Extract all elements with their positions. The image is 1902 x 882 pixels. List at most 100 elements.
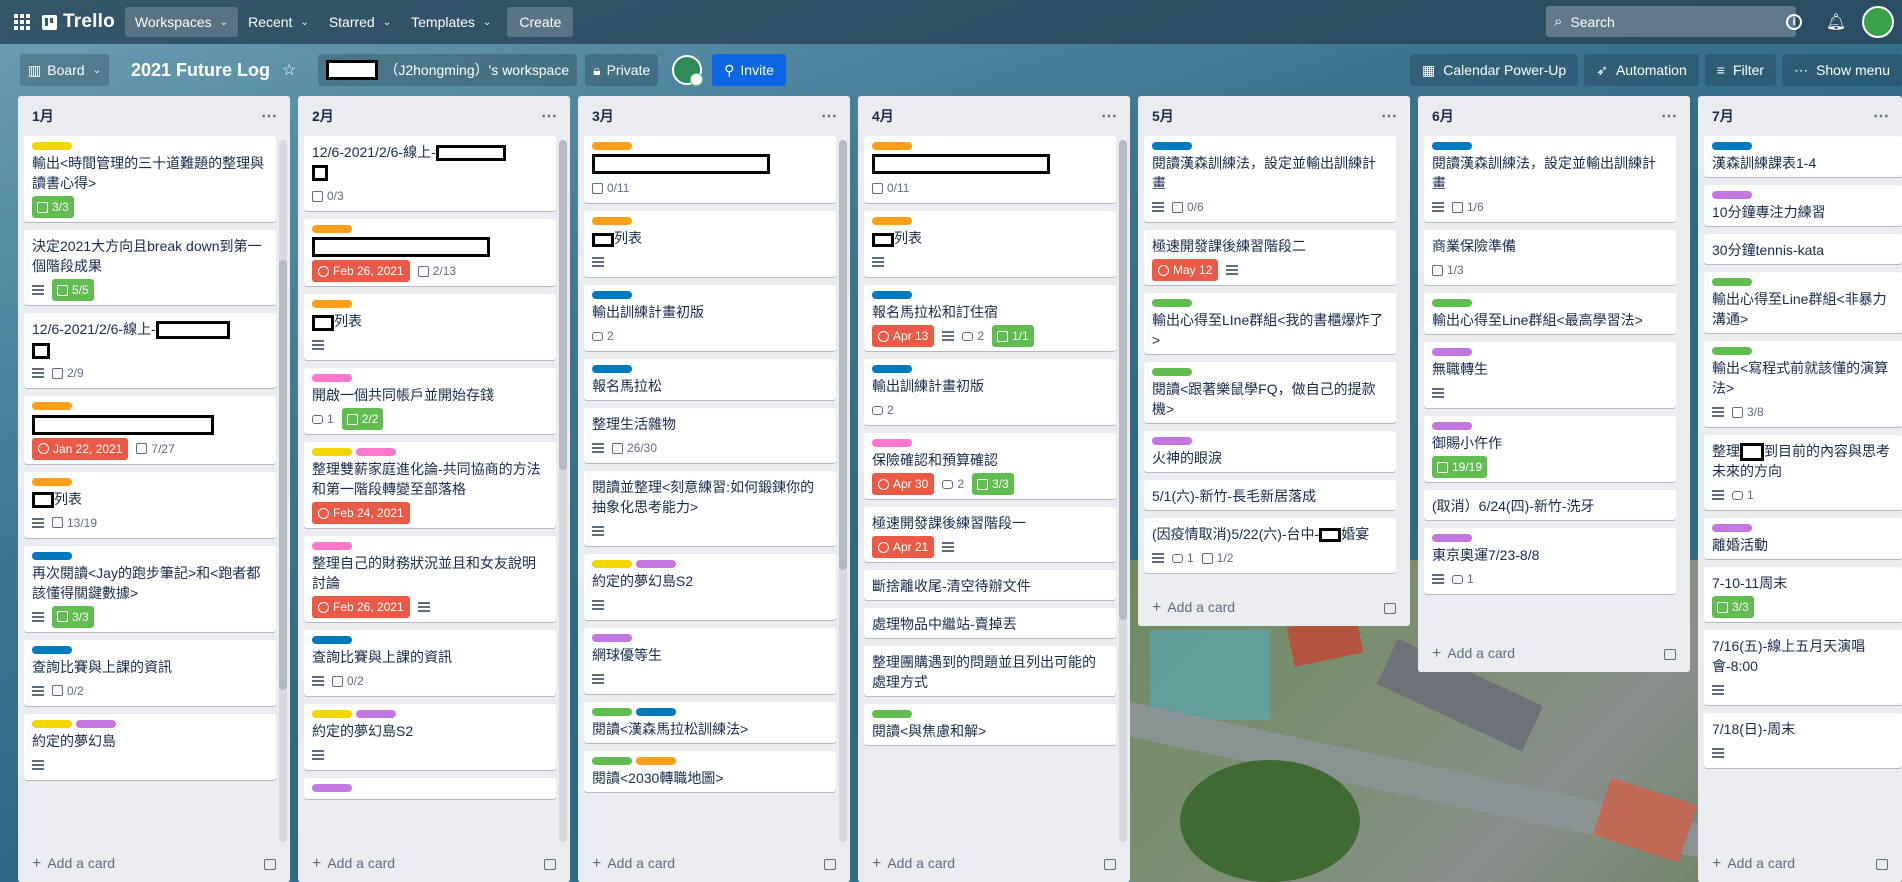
card[interactable]: 報名馬拉松 [584, 359, 836, 401]
card[interactable]: 閱讀漢森訓練法，設定並輸出訓練計畫 0/6 [1144, 136, 1396, 222]
card[interactable]: 整理生活雜物 26/30 [584, 408, 836, 464]
card[interactable]: 閱讀<漢森馬拉松訓練法> [584, 702, 836, 744]
card[interactable]: 閱讀<2030轉職地圖> [584, 751, 836, 793]
due-date-badge[interactable]: Apr 30 [872, 473, 935, 496]
scrollbar-thumb[interactable] [1119, 140, 1127, 620]
card[interactable]: 整理 到目前的內容與思考未來的方向 1 [1704, 435, 1902, 511]
card[interactable]: 0/11 [864, 136, 1116, 204]
card[interactable]: 列表 [864, 211, 1116, 278]
card-template-icon[interactable] [1104, 858, 1116, 870]
add-card-button[interactable]: + Add a card [872, 855, 955, 873]
app-switcher-icon[interactable] [6, 6, 38, 38]
card[interactable]: 網球優等生 [584, 628, 836, 695]
card[interactable]: 約定的夢幻島 [24, 713, 276, 780]
add-card-button[interactable]: + Add a card [592, 855, 675, 873]
card[interactable]: 5/1(六)-新竹-長毛新居落成 [1144, 480, 1396, 510]
card-template-icon[interactable] [544, 858, 556, 870]
more-icon[interactable]: ⋯ [1381, 106, 1398, 126]
scrollbar[interactable] [1119, 140, 1127, 842]
card[interactable]: Feb 26, 2021 2/13 [304, 219, 556, 287]
add-card-button[interactable]: + Add a card [1152, 599, 1235, 617]
card[interactable]: 輸出訓練計畫初版 2 [864, 359, 1116, 426]
avatar[interactable] [1862, 6, 1894, 38]
card[interactable]: 整理雙薪家庭進化論-共同協商的方法和第一階段轉變至部落格 Feb 24, 2021 [304, 442, 556, 529]
card[interactable]: 極速開發課後練習階段一 Apr 21 [864, 507, 1116, 563]
due-date-badge[interactable]: Feb 24, 2021 [312, 502, 410, 525]
add-card-button[interactable]: + Add a card [1432, 645, 1515, 663]
card[interactable]: 決定2021大方向且break down到第一個階段成果 5/5 [24, 230, 276, 305]
nav-recent[interactable]: Recent ⌄ [238, 7, 319, 37]
add-card-button[interactable]: + Add a card [312, 855, 395, 873]
nav-workspaces[interactable]: Workspaces ⌄ [124, 7, 239, 37]
card[interactable]: (因疫情取消)5/22(六)-台中- 婚宴 1 1/2 [1144, 518, 1396, 573]
card[interactable]: 7/16(五)-線上五月天演唱會-8:00 [1704, 630, 1902, 706]
due-date-badge[interactable]: Feb 26, 2021 [312, 596, 410, 619]
board-title[interactable]: 2021 Future Log [131, 60, 270, 81]
card[interactable]: (取消）6/24(四)-新竹-洗牙 [1424, 490, 1676, 520]
card[interactable]: 30分鐘tennis-kata [1704, 234, 1902, 264]
card[interactable]: 12/6-2021/2/6-線上- 0/3 [304, 136, 556, 211]
notifications-button[interactable]: 🔔︎ [1820, 6, 1852, 38]
card-template-icon[interactable] [1384, 602, 1396, 614]
scrollbar-thumb[interactable] [279, 260, 287, 690]
workspace-button[interactable]: （J2hongming）'s workspace [318, 54, 578, 86]
card[interactable]: 輸出心得至LIne群組<我的書櫃爆炸了> [1144, 293, 1396, 354]
card[interactable]: 再次閱讀<Jay的跑步筆記>和<跑者都該懂得關鍵數據> 3/3 [24, 545, 276, 632]
card[interactable]: 商業保險準備 1/3 [1424, 230, 1676, 285]
card[interactable]: 列表 13/19 [24, 471, 276, 538]
card[interactable]: 漢森訓練課表1-4 [1704, 136, 1902, 177]
card[interactable]: Jan 22, 2021 7/27 [24, 396, 276, 464]
card[interactable]: 閱讀並整理<刻意練習:如何鍛鍊你的抽象化思考能力> [584, 471, 836, 547]
member-avatar[interactable] [672, 55, 704, 86]
due-date-badge[interactable]: Apr 21 [872, 536, 935, 559]
scrollbar-thumb[interactable] [839, 140, 847, 570]
card[interactable]: 輸出訓練計畫初版 2 [584, 285, 836, 352]
card[interactable]: 火神的眼淚 [1144, 431, 1396, 472]
scrollbar-thumb[interactable] [559, 140, 567, 470]
invite-button[interactable]: ⚲ Invite [712, 54, 786, 86]
search-input[interactable]: ⌕ Search [1546, 6, 1796, 37]
card[interactable]: 開啟一個共同帳戶並開始存錢 1 2/2 [304, 368, 556, 435]
add-card-button[interactable]: + Add a card [32, 855, 115, 873]
more-icon[interactable]: ⋯ [1873, 106, 1890, 126]
card[interactable]: 閱讀漢森訓練法，設定並輸出訓練計畫 1/6 [1424, 136, 1676, 222]
card[interactable]: 列表 [584, 211, 836, 278]
card[interactable]: 查詢比賽與上課的資訊 0/2 [24, 639, 276, 706]
card[interactable]: 整理團購遇到的問題並且列出可能的處理方式 [864, 646, 1116, 697]
card[interactable]: 7/18(日)-周末 [1704, 713, 1902, 769]
card[interactable]: 報名馬拉松和訂住宿 Apr 13 2 1/1 [864, 285, 1116, 352]
card[interactable]: 輸出心得至Line群組<非暴力溝通> [1704, 272, 1902, 333]
card[interactable]: 約定的夢幻島S2 [584, 554, 836, 621]
card[interactable]: 御賜小仵作 19/19 [1424, 416, 1676, 482]
due-date-badge[interactable]: Apr 13 [872, 325, 935, 348]
list-title[interactable]: 1月 [32, 106, 54, 126]
card[interactable]: 整理自己的財務狀況並且和女友說明討論 Feb 26, 2021 [304, 536, 556, 623]
card[interactable]: 輸出<寫程式前就該懂的演算法> 3/8 [1704, 341, 1902, 427]
create-button[interactable]: Create [507, 7, 574, 37]
add-card-button[interactable]: + Add a card [1712, 855, 1795, 873]
card-template-icon[interactable] [1876, 858, 1888, 870]
list-title[interactable]: 5月 [1152, 106, 1174, 126]
list-title[interactable]: 4月 [872, 106, 894, 126]
scrollbar[interactable] [839, 140, 847, 842]
more-icon[interactable]: ⋯ [821, 106, 838, 126]
due-date-badge[interactable]: Jan 22, 2021 [32, 437, 129, 460]
list-title[interactable]: 3月 [592, 106, 614, 126]
card[interactable]: 查詢比賽與上課的資訊 0/2 [304, 630, 556, 697]
card[interactable] [304, 778, 556, 800]
board-view-switcher[interactable]: ▥ Board ⌄ [20, 54, 109, 86]
card[interactable]: 約定的夢幻島S2 [304, 704, 556, 771]
card[interactable]: 輸出<時間管理的三十道難題的整理與讀書心得> 3/3 [24, 136, 276, 222]
card[interactable]: 列表 [304, 294, 556, 361]
nav-templates[interactable]: Templates ⌄ [401, 7, 501, 37]
card[interactable]: 0/11 [584, 136, 836, 204]
star-icon[interactable]: ☆ [282, 60, 296, 80]
card[interactable]: 閱讀<跟著樂鼠學FQ，做自己的提款機> [1144, 362, 1396, 423]
card[interactable]: 東京奧運7/23-8/8 1 [1424, 528, 1676, 594]
more-icon[interactable]: ⋯ [1101, 106, 1118, 126]
card[interactable]: 12/6-2021/2/6-線上- 2/9 [24, 313, 276, 389]
info-button[interactable]: i [1778, 6, 1810, 38]
card-template-icon[interactable] [1664, 648, 1676, 660]
show-menu-button[interactable]: ⋯ Show menu [1782, 54, 1902, 86]
calendar-powerup-button[interactable]: ▦ Calendar Power-Up [1410, 54, 1579, 86]
